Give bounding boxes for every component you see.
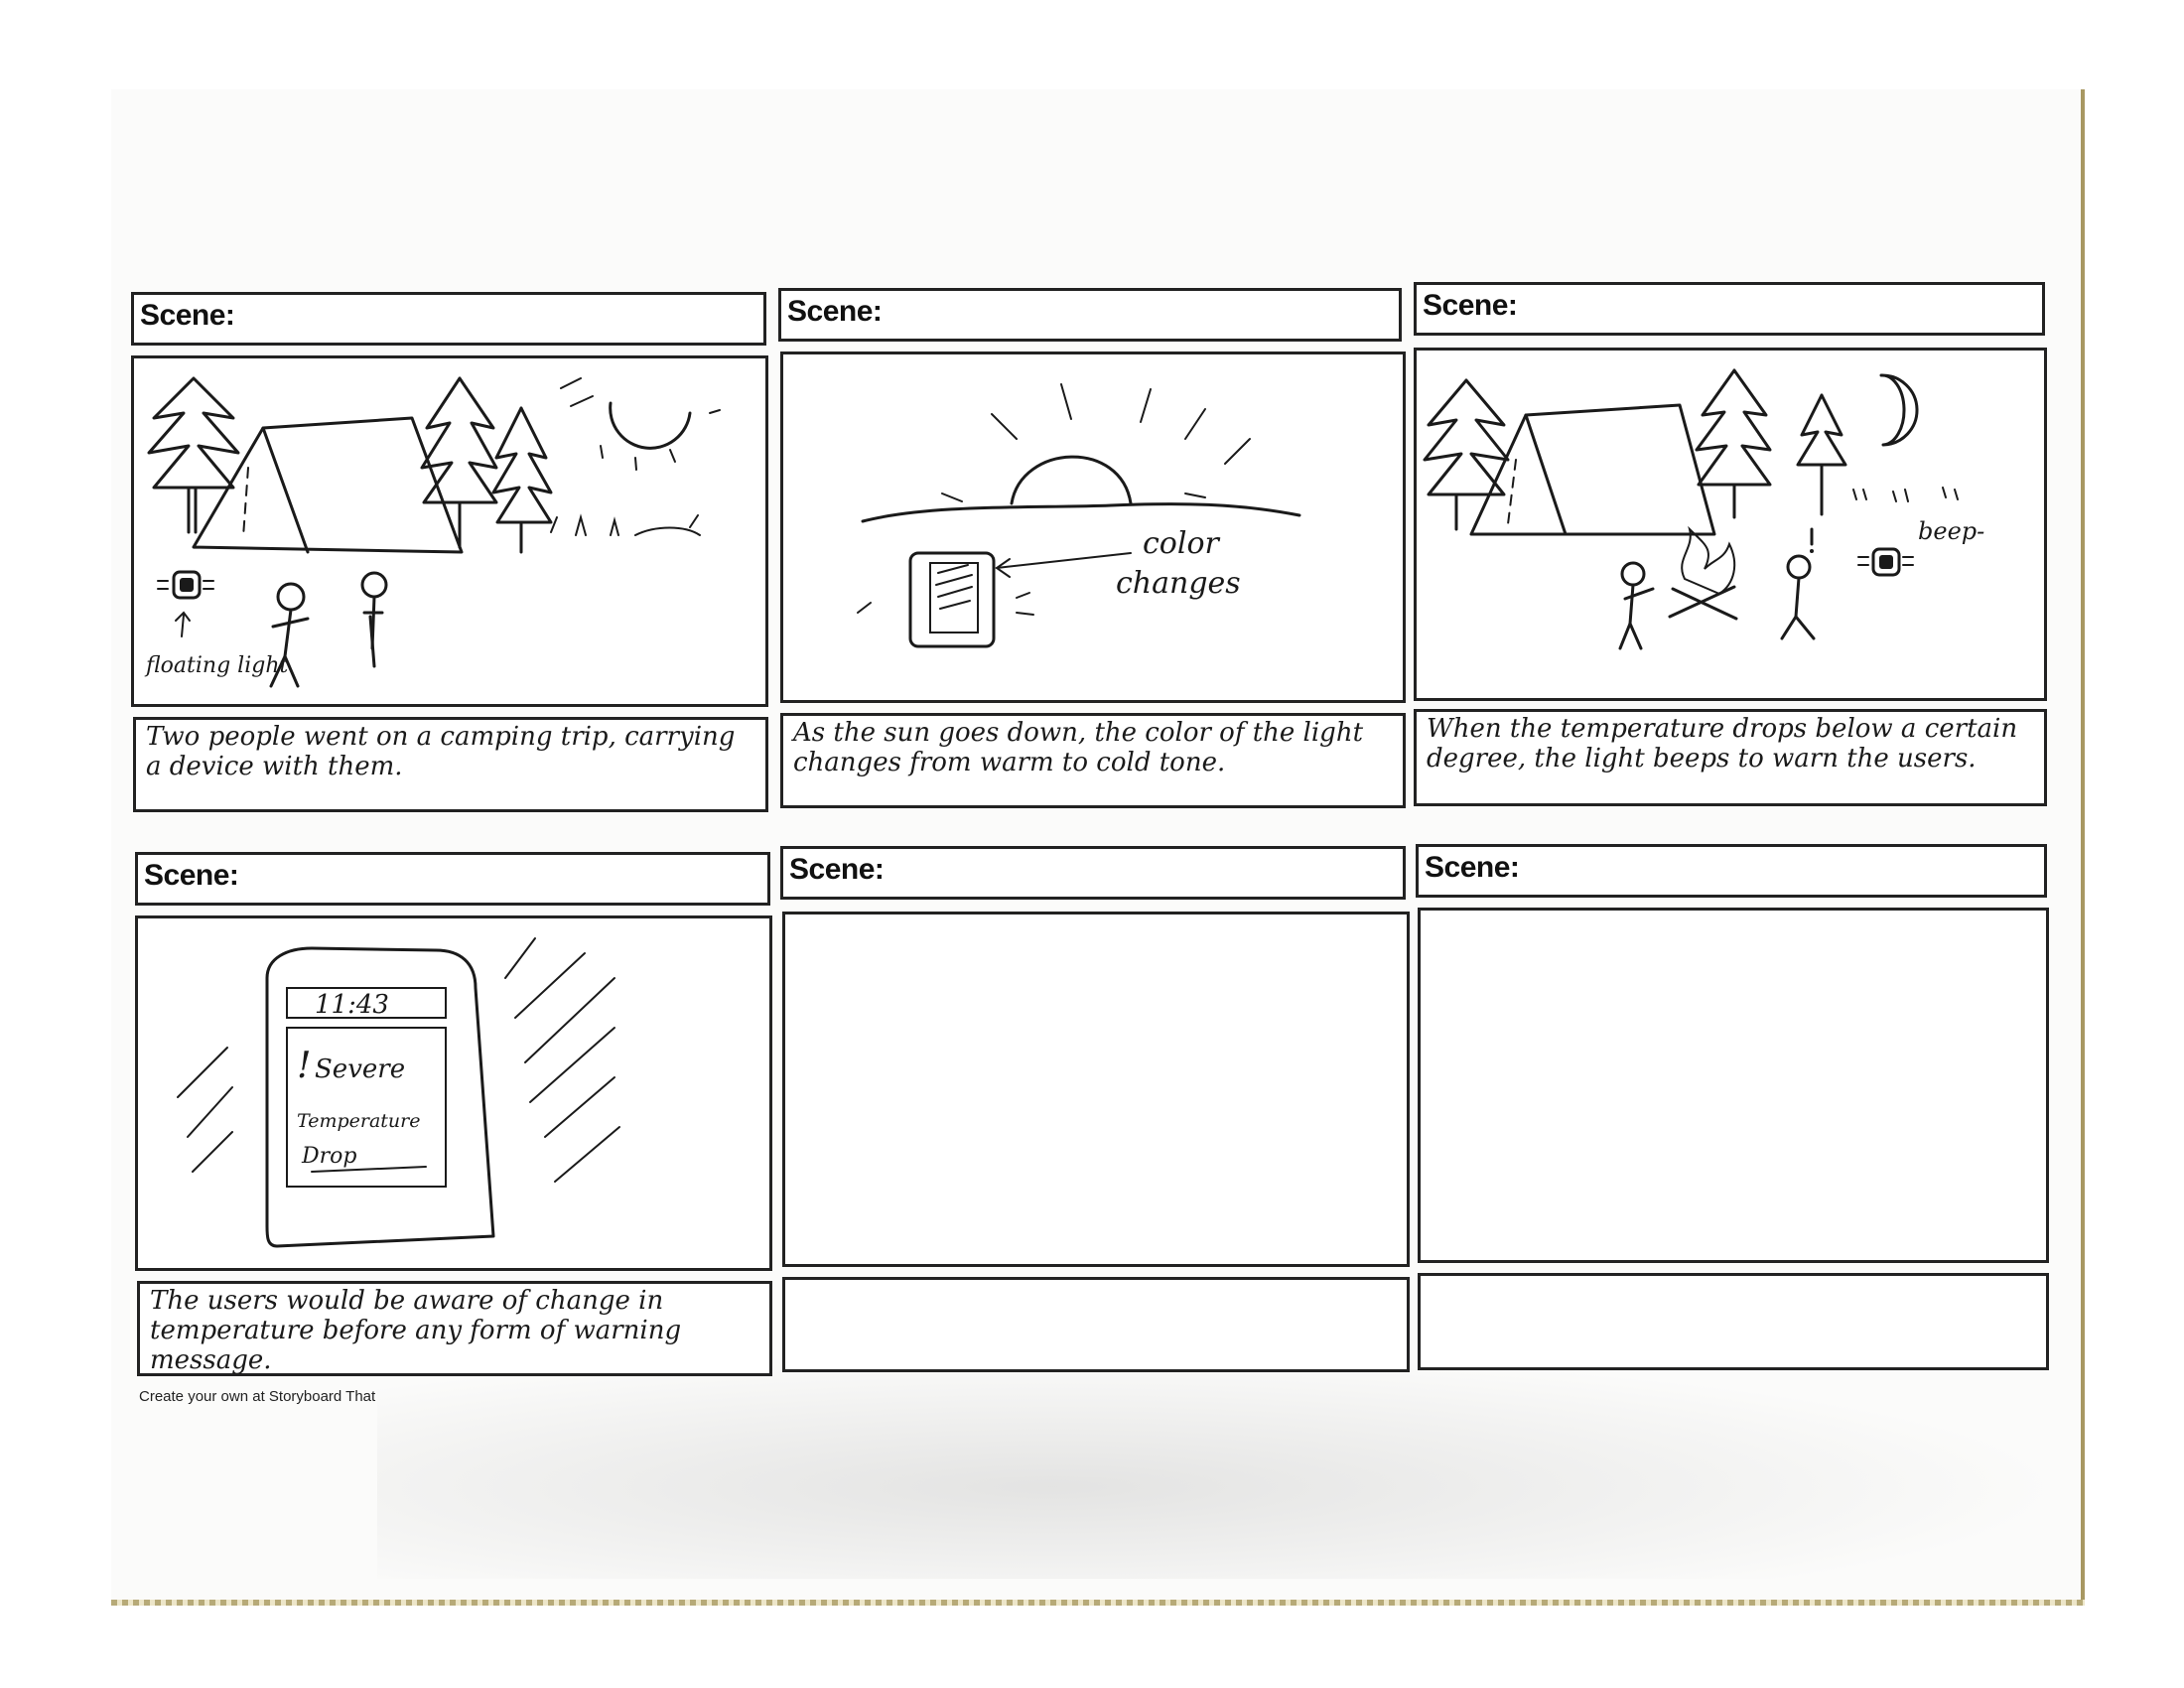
phone-time: 11:43 [315, 990, 389, 1020]
scene-header-5: Scene: [780, 846, 1406, 900]
floating-light-icon [157, 570, 214, 637]
beep-label: beep- [1918, 517, 1984, 545]
caption-box-6 [1418, 1273, 2049, 1370]
alert-line-3: Drop [301, 1144, 356, 1169]
scene-header-3: Scene: [1414, 282, 2045, 336]
scene-header-6: Scene: [1416, 844, 2047, 898]
arrow-icon [995, 552, 1132, 578]
panel-caption: When the temperature drops below a certa… [1427, 714, 2018, 774]
sunset-icon [861, 383, 1301, 523]
moon-icon [1879, 373, 1919, 447]
campfire-icon [1668, 525, 1738, 621]
scene-label: Scene: [1423, 289, 1518, 322]
pine-tree-icon [1796, 393, 1847, 516]
sunset-sketch: color changes [857, 383, 1301, 648]
scene-frame-5 [782, 912, 1410, 1267]
scene-label: Scene: [140, 299, 235, 332]
camping-sketch: floating light [144, 376, 721, 688]
floating-light-icon [1857, 547, 1914, 577]
scene-header-4: Scene: [135, 852, 770, 906]
alert-mark: ! [297, 1046, 311, 1086]
phone-alert-sketch: 11:43 ! Severe Temperature Drop [177, 937, 620, 1248]
scene-frame-1: floating light [131, 355, 768, 707]
scene-header-2: Scene: [778, 288, 1402, 342]
scene-frame-2: color changes [780, 352, 1406, 703]
caption-box-3: When the temperature drops below a certa… [1414, 709, 2047, 806]
tent-icon [1469, 403, 1716, 536]
panel-caption: As the sun goes down, the color of the l… [793, 718, 1364, 777]
person-icon [1618, 561, 1655, 650]
paper-shadow [377, 1350, 2065, 1579]
campfire-sketch: beep- [1423, 368, 1984, 650]
tent-icon [192, 416, 464, 554]
scene-label: Scene: [144, 859, 239, 892]
paper-edge [111, 1600, 2085, 1606]
alert-line-2: Temperature [297, 1110, 420, 1132]
scene-header-1: Scene: [131, 292, 766, 346]
caption-box-5 [782, 1277, 1410, 1372]
pine-tree-icon [1695, 368, 1772, 519]
scene-frame-4: 11:43 ! Severe Temperature Drop [135, 915, 772, 1271]
pine-tree-icon [1423, 378, 1510, 531]
floating-light-label: floating light [144, 653, 288, 678]
panel-caption: The users would be aware of change in te… [150, 1286, 682, 1375]
scene-frame-3: beep- [1414, 348, 2047, 701]
caption-box-4: The users would be aware of change in te… [137, 1281, 772, 1376]
alert-line-1: Severe [315, 1055, 405, 1084]
panel-caption: Two people went on a camping trip, carry… [146, 722, 736, 781]
scene-frame-6 [1418, 908, 2049, 1263]
pine-tree-icon [420, 376, 498, 549]
pine-tree-icon [491, 406, 553, 554]
person-icon [360, 571, 388, 668]
caption-box-2: As the sun goes down, the color of the l… [780, 713, 1406, 808]
sun-icon [560, 377, 721, 471]
color-changes-label-2: changes [1116, 566, 1241, 601]
person-icon [1780, 527, 1816, 640]
pine-tree-icon [147, 376, 240, 534]
color-changes-label-1: color [1143, 526, 1221, 561]
scene-label: Scene: [789, 853, 885, 886]
storyboard-footer: Create your own at Storyboard That [139, 1388, 376, 1405]
scene-label: Scene: [787, 295, 883, 328]
scene-label: Scene: [1425, 851, 1520, 884]
caption-box-1: Two people went on a camping trip, carry… [133, 717, 768, 812]
